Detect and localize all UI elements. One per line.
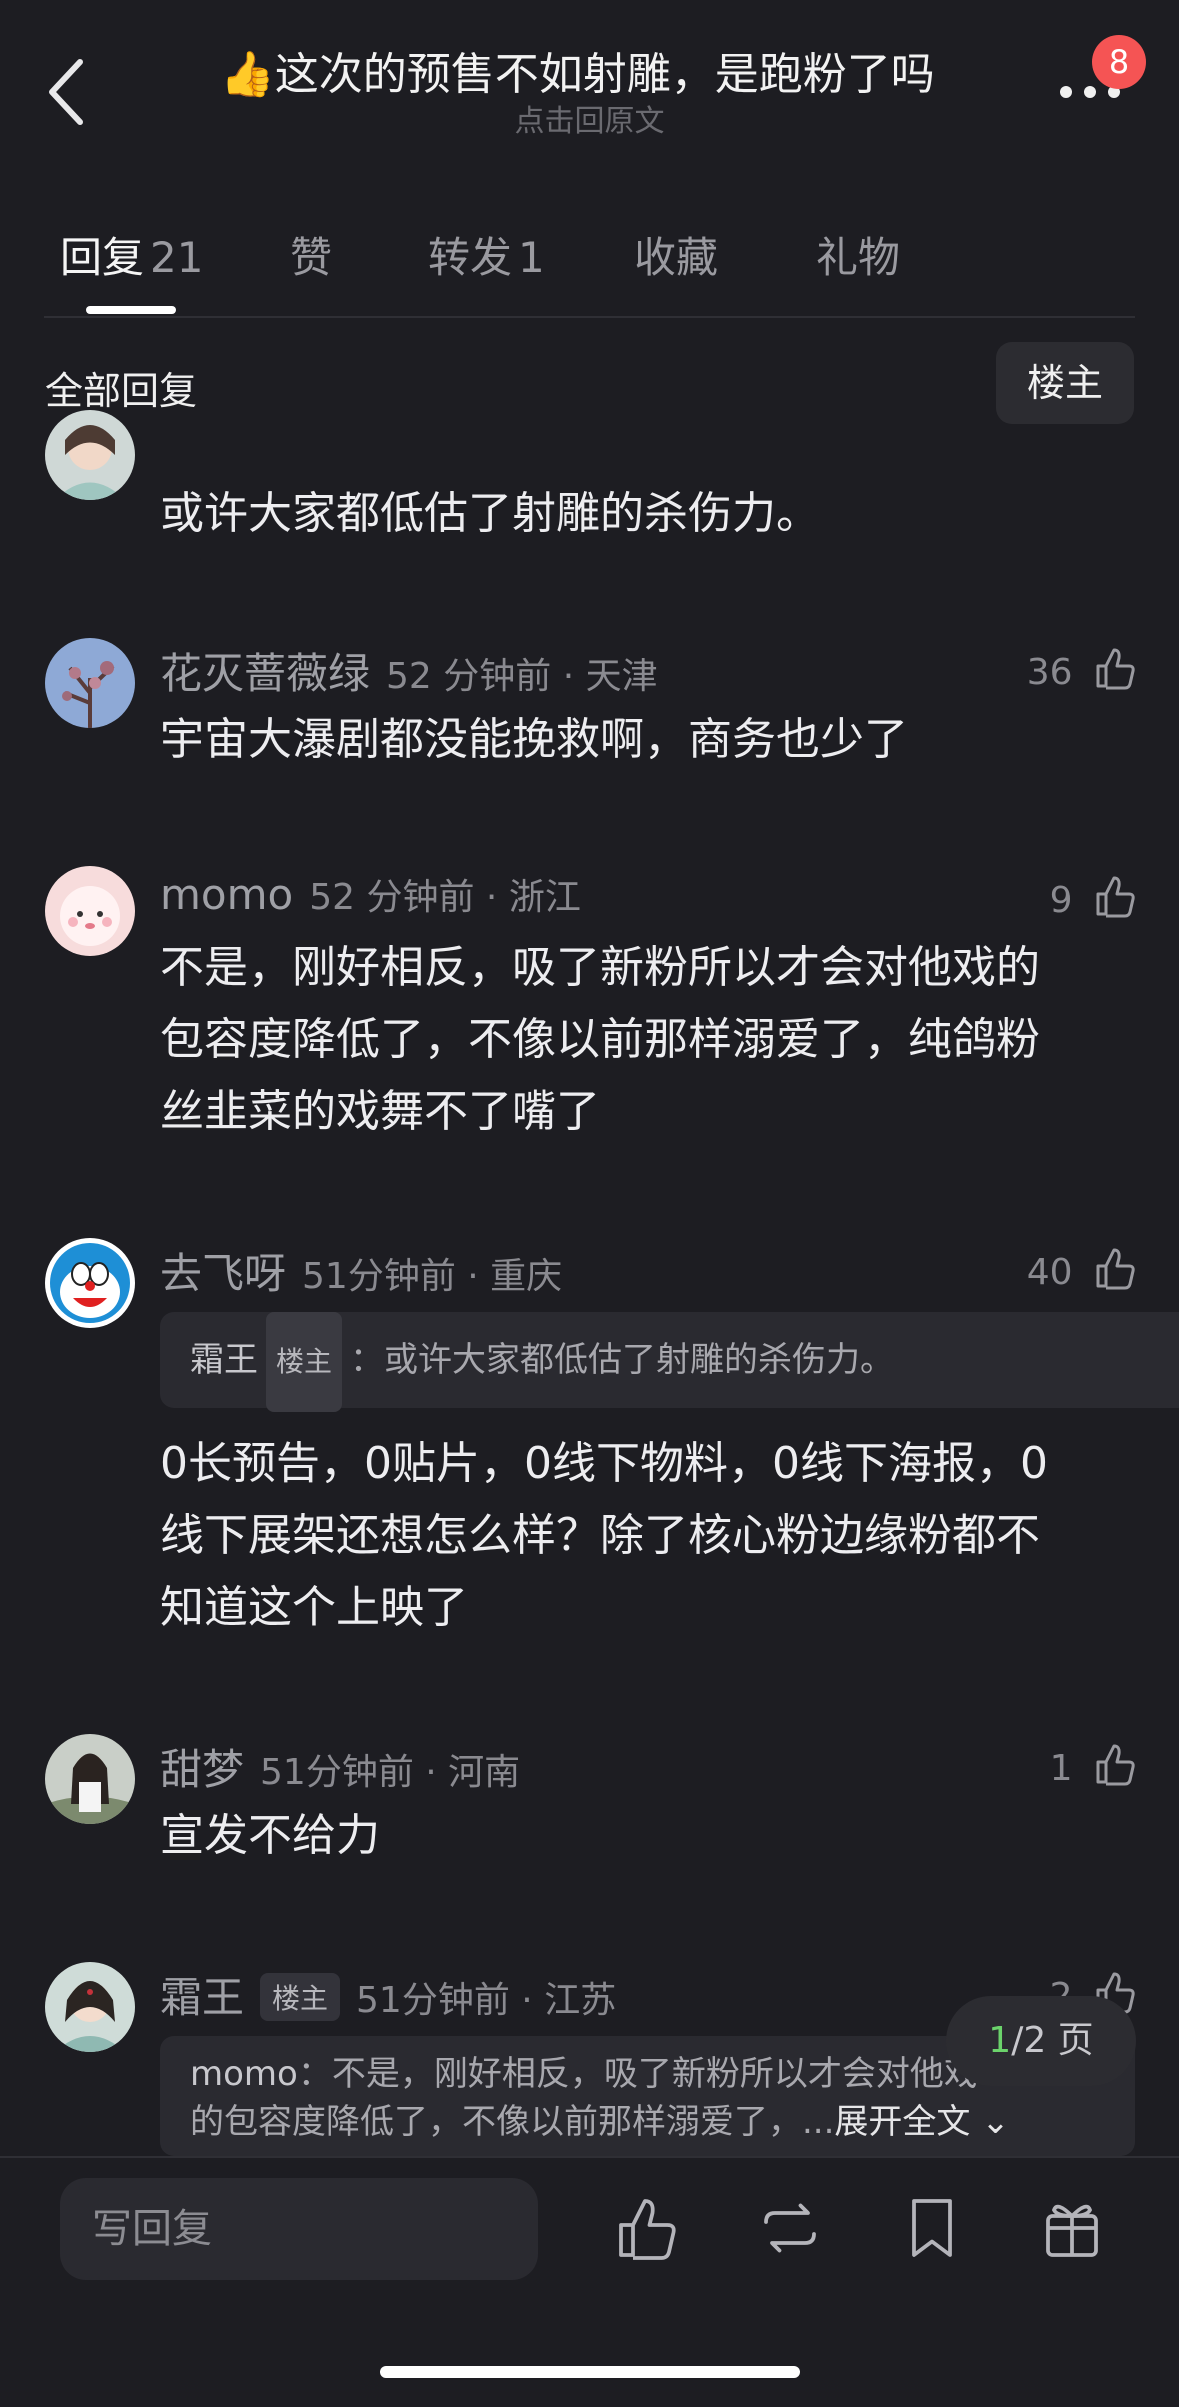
comment-body: 或许大家都低估了射雕的杀伤力。	[160, 488, 820, 539]
op-tag: 楼主	[266, 1312, 343, 1412]
avatar-image	[45, 1962, 135, 2052]
username[interactable]: 去飞呀	[160, 1249, 286, 1298]
comment-body: 0长预告，0贴片，0线下物料，0线下海报，0 线下展架还想怎么样？除了核心粉边缘…	[160, 1428, 1048, 1644]
current-page: 1	[988, 2020, 1012, 2061]
timestamp: 51分钟前	[356, 1980, 510, 2021]
location: 河南	[448, 1752, 521, 1793]
timestamp: 52 分钟前	[309, 877, 475, 918]
comment-body: 不是，刚好相反，吸了新粉所以才会对他戏的 包容度降低了，不像以前那样溺爱了，纯鸽…	[160, 932, 1040, 1148]
comment-line: 包容度降低了，不像以前那样溺爱了，纯鸽粉	[160, 1014, 1040, 1065]
notification-badge: 8	[1092, 35, 1146, 89]
thumbs-up-icon	[1096, 1744, 1135, 1786]
like-post-button[interactable]	[612, 2192, 684, 2264]
avatar[interactable]	[45, 1962, 135, 2052]
comment-meta: 甜梦 51分钟前 · 河南	[160, 1745, 521, 1794]
page-indicator[interactable]: 1/2 页	[946, 1996, 1136, 2086]
tab-reposts[interactable]: 转发 1	[428, 224, 545, 285]
like-button[interactable]: 36	[980, 644, 1140, 693]
quoted-reply[interactable]: 霜王 楼主 ：或许大家都低估了射雕的杀伤力。	[160, 1312, 1179, 1412]
divider	[44, 316, 1135, 318]
like-count: 36	[1026, 652, 1073, 693]
username[interactable]: 霜王	[160, 1973, 244, 2022]
like-count: 9	[1049, 880, 1073, 921]
chevron-down-icon: ⌄	[970, 2102, 1010, 2142]
quoted-text: 或许大家都低估了射雕的杀伤力。	[384, 1340, 895, 1380]
repost-icon	[764, 2203, 816, 2253]
tab-gifts[interactable]: 礼物	[816, 224, 900, 285]
total-pages: /2 页	[1011, 2020, 1094, 2061]
tab-label: 回复	[60, 233, 145, 282]
timestamp: 51分钟前	[302, 1256, 456, 1297]
avatar-image	[45, 1238, 135, 1328]
location: 天津	[585, 656, 658, 697]
section-title: 全部回复	[45, 369, 198, 413]
comment-meta: 霜王 楼主 51分钟前 · 江苏	[160, 1973, 617, 2022]
quoted-text: 的包容度降低了，不像以前那样溺爱了，...	[190, 2102, 835, 2142]
comment-meta: momo 52 分钟前 · 浙江	[160, 870, 581, 919]
repost-button[interactable]	[754, 2192, 826, 2264]
bookmark-icon	[912, 2199, 952, 2257]
gift-icon	[1046, 2204, 1098, 2257]
quoted-username: 霜王	[190, 1340, 258, 1380]
favorite-button[interactable]	[896, 2192, 968, 2264]
avatar[interactable]	[45, 1238, 135, 1328]
like-count: 1	[1049, 1748, 1073, 1789]
comment-line: 线下展架还想怎么样？除了核心粉边缘粉都不	[160, 1510, 1040, 1561]
filter-op-button[interactable]: 楼主	[996, 342, 1134, 424]
like-count: 40	[1026, 1252, 1073, 1293]
thumbs-up-icon	[1096, 648, 1135, 690]
tab-label: 转发	[428, 233, 513, 282]
location: 重庆	[490, 1256, 563, 1297]
comment-meta: 花灭蔷薇绿 52 分钟前 · 天津	[160, 649, 658, 698]
tab-likes[interactable]: 赞	[290, 224, 332, 285]
thumbs-up-icon	[1096, 876, 1135, 918]
username[interactable]: 甜梦	[160, 1745, 244, 1794]
avatar[interactable]	[45, 638, 135, 728]
quoted-username: momo	[190, 2054, 298, 2094]
reply-input[interactable]: 写回复	[60, 2178, 538, 2280]
quoted-text: 不是，刚好相反，吸了新粉所以才会对他戏	[331, 2054, 978, 2094]
avatar-image	[45, 1734, 135, 1824]
active-tab-indicator	[86, 306, 176, 314]
avatar-image	[45, 638, 135, 728]
quoted-line: 的包容度降低了，不像以前那样溺爱了，...展开全文 ⌄	[190, 2098, 1105, 2146]
tab-label: 礼物	[816, 233, 901, 282]
tab-count: 21	[150, 233, 204, 282]
like-button[interactable]: 40	[980, 1244, 1140, 1293]
like-button[interactable]: 1	[980, 1740, 1140, 1789]
expand-full-text-link[interactable]: 展开全文	[834, 2102, 970, 2142]
avatar[interactable]	[45, 866, 135, 956]
view-original-link[interactable]: 点击回原文	[0, 96, 1179, 140]
tab-favorites[interactable]: 收藏	[634, 224, 718, 285]
thumbs-up-icon	[1096, 1248, 1135, 1290]
home-indicator	[380, 2366, 800, 2378]
avatar[interactable]	[45, 1734, 135, 1824]
location: 江苏	[544, 1980, 617, 2021]
location: 浙江	[508, 877, 581, 918]
comment-line: 丝韭菜的戏舞不了嘴了	[160, 1086, 600, 1137]
comment-line: 0长预告，0贴片，0线下物料，0线下海报，0	[160, 1438, 1048, 1489]
gift-button[interactable]	[1036, 2192, 1108, 2264]
comment-line: 知道这个上映了	[160, 1582, 468, 1633]
comment-meta: 去飞呀 51分钟前 · 重庆	[160, 1249, 563, 1298]
comment-body: 宣发不给力	[160, 1810, 380, 1861]
timestamp: 51分钟前	[260, 1752, 414, 1793]
tab-label: 收藏	[634, 233, 719, 282]
like-button[interactable]: 9	[980, 872, 1140, 921]
tab-label: 赞	[290, 233, 333, 282]
avatar[interactable]	[45, 410, 135, 500]
comment-line: 不是，刚好相反，吸了新粉所以才会对他戏的	[160, 942, 1040, 993]
thumbs-up-icon	[619, 2199, 676, 2260]
avatar-image	[45, 866, 135, 956]
timestamp: 52 分钟前	[386, 656, 552, 697]
tab-count: 1	[518, 233, 545, 282]
op-tag: 楼主	[260, 1973, 341, 2021]
post-title[interactable]: 👍这次的预售不如射雕，是跑粉了吗	[220, 38, 960, 102]
comment-body: 宇宙大瀑剧都没能挽救啊，商务也少了	[160, 714, 908, 765]
username[interactable]: momo	[160, 870, 293, 919]
username[interactable]: 花灭蔷薇绿	[160, 649, 370, 698]
avatar-image	[45, 410, 135, 500]
tab-replies[interactable]: 回复 21	[60, 224, 203, 285]
